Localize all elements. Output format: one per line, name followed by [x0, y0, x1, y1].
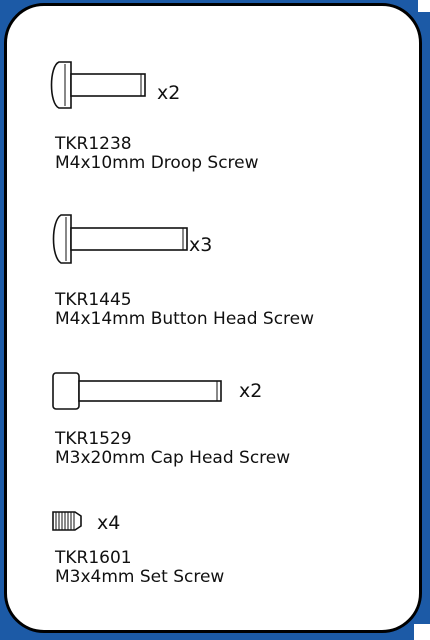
- corner-background: [418, 0, 430, 12]
- parts-card: x2 TKR1238 M4x10mm Droop Screw x3 TKR144…: [4, 3, 422, 633]
- part-item-set-screw: x4 TKR1601 M3x4mm Set Screw: [7, 6, 419, 606]
- quantity-label: x4: [97, 512, 121, 534]
- part-code: TKR1601: [55, 548, 132, 568]
- part-description: M3x4mm Set Screw: [55, 567, 225, 587]
- corner-background: [414, 624, 430, 640]
- set-screw-icon: [52, 511, 82, 531]
